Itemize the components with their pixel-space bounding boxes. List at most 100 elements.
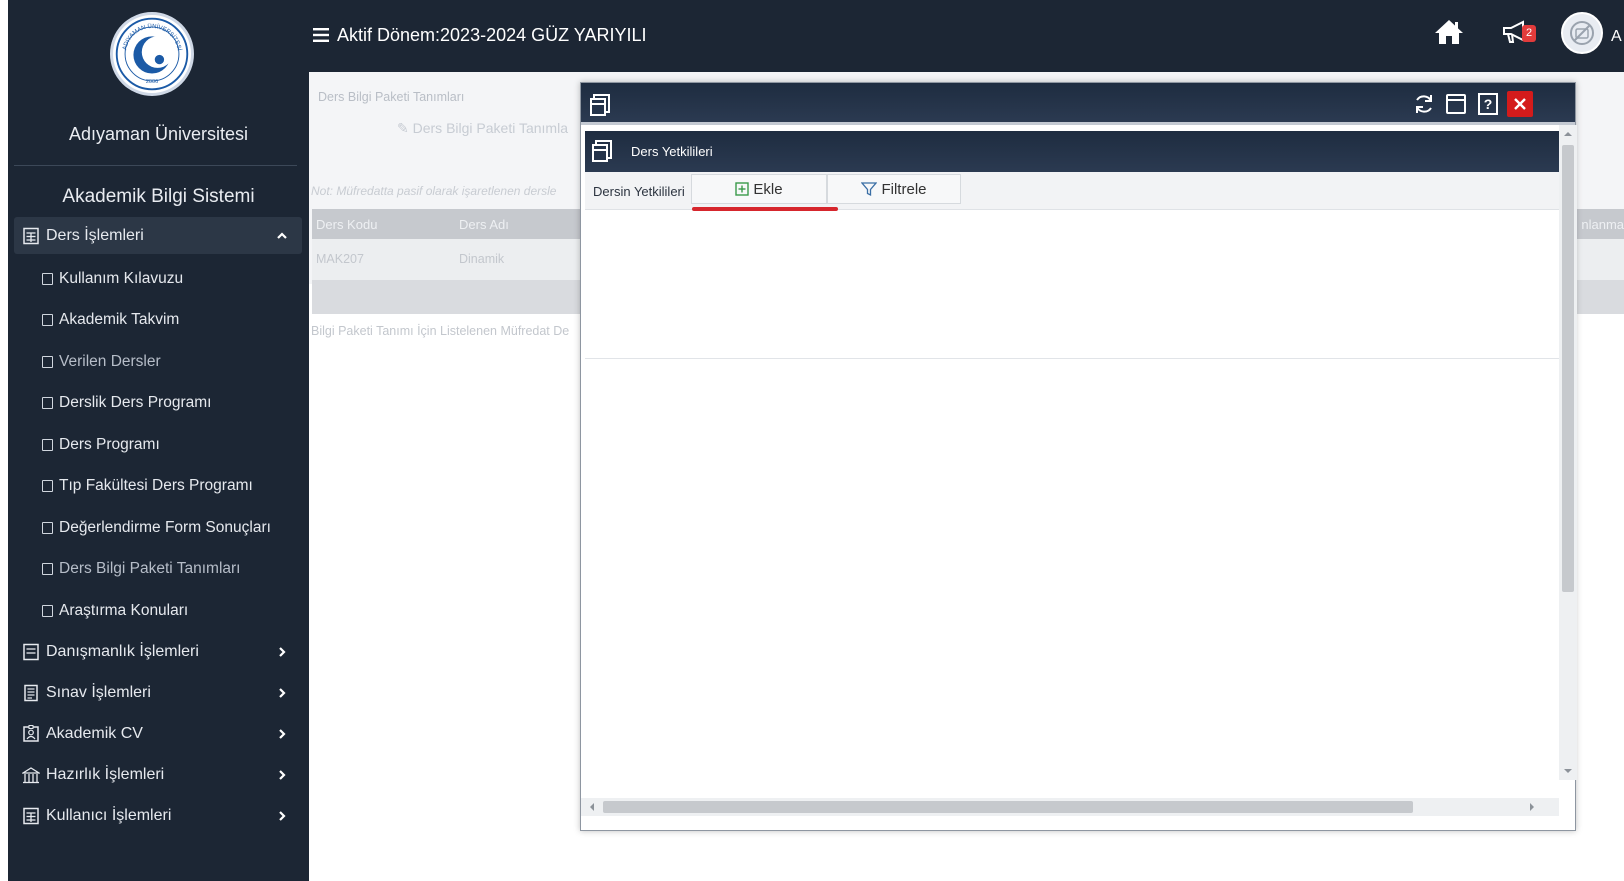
sidebar-subitem-ders-programi[interactable]: Ders Programı xyxy=(14,424,302,466)
square-icon xyxy=(42,563,53,576)
panel-title: Ders Yetkilileri xyxy=(631,144,713,159)
square-icon xyxy=(42,314,53,327)
breadcrumb[interactable]: Ders Bilgi Paketi Tanımları xyxy=(318,90,464,104)
sidebar-item-label: Kullanıcı İşlemleri xyxy=(46,807,172,824)
sidebar-divider xyxy=(14,165,297,166)
chevron-right-icon xyxy=(279,647,286,657)
sidebar-item-kullanici[interactable]: Kullanıcı İşlemleri xyxy=(14,796,302,837)
edit-icon: ✎ xyxy=(397,120,413,136)
square-icon xyxy=(42,604,53,617)
avatar[interactable] xyxy=(1561,12,1603,54)
user-name[interactable]: A xyxy=(1611,28,1622,46)
square-icon xyxy=(42,438,53,451)
window-icon xyxy=(592,140,612,162)
home-icon[interactable] xyxy=(1434,18,1464,46)
scroll-up-icon[interactable] xyxy=(1563,129,1573,139)
hamburger-menu-icon[interactable] xyxy=(313,28,329,42)
filter-icon xyxy=(861,181,878,197)
sidebar-item-danismanlik[interactable]: Danışmanlık İşlemleri xyxy=(14,632,302,673)
maximize-icon xyxy=(1446,94,1466,114)
add-button[interactable]: Ekle xyxy=(691,174,827,204)
sidebar-subitem-label: Araştırma Konuları xyxy=(59,601,189,619)
info-note: Not: Müfredatta pasif olarak işaretlenen… xyxy=(311,184,557,198)
sidebar-subitem-tip-fakultesi[interactable]: Tıp Fakültesi Ders Programı xyxy=(14,466,302,508)
sidebar-subitem-kullanim-kilavuzu[interactable]: Kullanım Kılavuzu xyxy=(14,258,302,300)
sidebar-subitem-label: Derslik Ders Programı xyxy=(59,394,212,412)
toolbar-label: Dersin Yetkilileri xyxy=(593,184,685,199)
cell-code: MAK207 xyxy=(316,252,364,266)
square-icon xyxy=(42,272,53,285)
sidebar-subitem-ders-bilgi-paketi[interactable]: Ders Bilgi Paketi Tanımları xyxy=(14,549,302,591)
sidebar: ADIYAMAN ÜNİVERSİTESİ 2006 Adıyaman Üniv… xyxy=(8,0,309,881)
close-button[interactable] xyxy=(1507,91,1533,117)
active-period: Aktif Dönem:2023-2024 GÜZ YARIYILI xyxy=(337,25,647,45)
chevron-right-icon xyxy=(279,729,286,739)
sidebar-subitem-akademik-takvim[interactable]: Akademik Takvim xyxy=(14,300,302,342)
vertical-scrollbar[interactable] xyxy=(1559,125,1577,780)
cell-name: Dinamik xyxy=(459,252,505,266)
close-icon xyxy=(1514,98,1526,110)
column-header-clipped: nlanma xyxy=(1581,217,1624,232)
sidebar-item-ders-islemleri[interactable]: Ders İşlemleri xyxy=(14,217,302,254)
scroll-left-icon[interactable] xyxy=(587,802,597,812)
horizontal-scroll-thumb[interactable] xyxy=(603,801,1413,813)
sidebar-menu: Ders İşlemleri Kullanım Kılavuzu Akademi… xyxy=(14,217,302,837)
column-header-name: Ders Adı xyxy=(459,217,509,232)
left-edge xyxy=(0,0,8,881)
sidebar-subitem-label: Akademik Takvim xyxy=(59,311,180,329)
sidebar-subitem-derslik-ders-programi[interactable]: Derslik Ders Programı xyxy=(14,383,302,425)
sidebar-subitem-degerlendirme[interactable]: Değerlendirme Form Sonuçları xyxy=(14,507,302,549)
list-icon xyxy=(22,643,40,661)
filter-button[interactable]: Filtrele xyxy=(827,174,961,204)
column-header-code: Ders Kodu xyxy=(316,217,378,232)
chevron-right-icon xyxy=(279,688,286,698)
chevron-right-icon xyxy=(279,770,286,780)
sidebar-item-label: Danışmanlık İşlemleri xyxy=(46,643,199,660)
document-list-icon xyxy=(22,684,40,702)
refresh-button[interactable] xyxy=(1411,91,1437,117)
sidebar-item-label: Hazırlık İşlemleri xyxy=(46,766,165,783)
sidebar-subitem-label: Kullanım Kılavuzu xyxy=(59,269,184,287)
vertical-scroll-thumb[interactable] xyxy=(1562,145,1574,592)
sidebar-item-label: Ders İşlemleri xyxy=(46,226,144,244)
scroll-down-icon[interactable] xyxy=(1563,766,1573,776)
notification-badge: 2 xyxy=(1522,25,1536,42)
sidebar-item-akademik-cv[interactable]: Akademik CV xyxy=(14,714,302,755)
chevron-up-icon xyxy=(277,231,287,239)
sidebar-subitem-arastirma-konulari[interactable]: Araştırma Konuları xyxy=(14,590,302,632)
calculator-icon xyxy=(22,227,40,245)
panel-header: Ders Yetkilileri xyxy=(585,131,1559,172)
building-icon xyxy=(22,766,40,784)
refresh-icon xyxy=(1416,95,1432,113)
modal-window: ? Ders Yetkilileri Dersin Yetkilileri Ek… xyxy=(580,82,1577,831)
square-icon xyxy=(42,480,53,493)
calculator-icon xyxy=(22,807,40,825)
maximize-button[interactable] xyxy=(1443,91,1469,117)
square-icon xyxy=(42,521,53,534)
help-button[interactable]: ? xyxy=(1475,91,1501,117)
sidebar-item-hazirlik[interactable]: Hazırlık İşlemleri xyxy=(14,755,302,796)
help-icon: ? xyxy=(1478,93,1498,115)
filter-button-label: Filtrele xyxy=(881,180,927,198)
sidebar-item-sinav[interactable]: Sınav İşlemleri xyxy=(14,673,302,714)
university-name: Adıyaman Üniversitesi xyxy=(68,124,249,144)
sidebar-subitem-label: Verilen Dersler xyxy=(59,352,161,370)
top-bar: Aktif Dönem:2023-2024 GÜZ YARIYILI 2 A xyxy=(309,0,1624,72)
horizontal-scrollbar[interactable] xyxy=(581,798,1559,816)
sidebar-subitem-label: Ders Programı xyxy=(59,435,160,453)
sidebar-subitem-label: Tıp Fakültesi Ders Programı xyxy=(59,477,253,495)
toolbar: Dersin Yetkilileri Ekle Filtrele xyxy=(585,172,1559,210)
id-card-icon xyxy=(22,725,40,743)
sidebar-subitem-verilen-dersler[interactable]: Verilen Dersler xyxy=(14,341,302,383)
logo-year: 2006 xyxy=(146,79,158,85)
square-icon xyxy=(42,355,53,368)
sidebar-subitem-label: Ders Bilgi Paketi Tanımları xyxy=(59,560,241,578)
add-button-label: Ekle xyxy=(753,180,783,198)
chevron-right-icon xyxy=(279,811,286,821)
sidebar-item-label: Sınav İşlemleri xyxy=(46,684,151,701)
no-photo-icon xyxy=(1570,21,1594,45)
scroll-right-icon[interactable] xyxy=(1527,802,1537,812)
sidebar-subitem-label: Değerlendirme Form Sonuçları xyxy=(59,518,271,536)
sidebar-item-label: Akademik CV xyxy=(46,725,143,742)
modal-header[interactable]: ? xyxy=(581,83,1575,125)
